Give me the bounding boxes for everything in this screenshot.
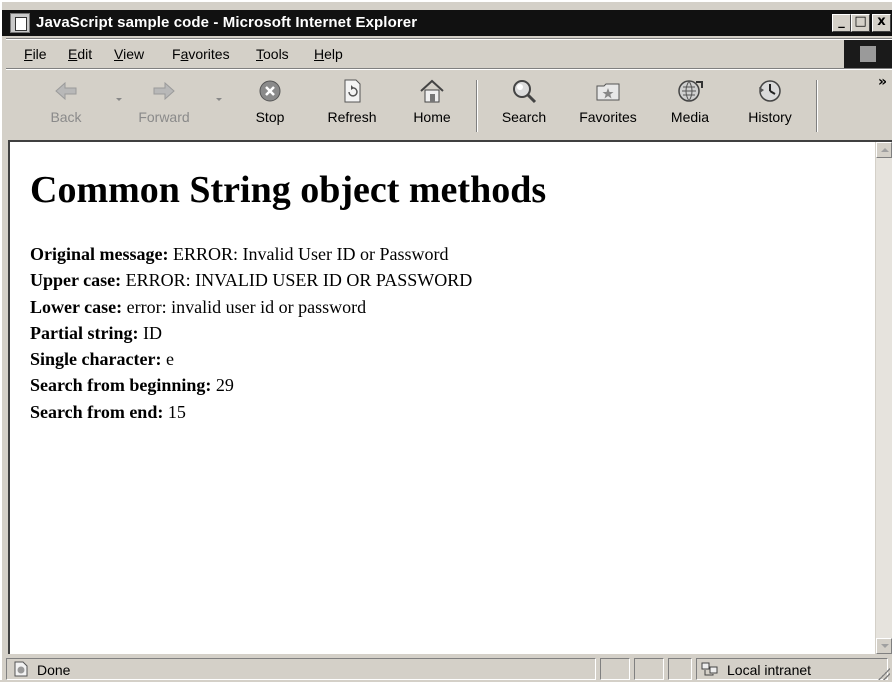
result-value: ERROR: Invalid User ID or Password (172, 244, 449, 264)
title-bar[interactable]: JavaScript sample code - Microsoft Inter… (2, 10, 892, 36)
result-search-beginning: Search from beginning: 29 (30, 375, 234, 396)
back-dropdown-arrow[interactable] (116, 98, 122, 101)
status-panel (668, 658, 692, 680)
status-panel-main: Done (6, 658, 596, 680)
search-label: Search (501, 109, 547, 125)
status-text: Done (37, 662, 71, 678)
windows-logo-throbber (844, 40, 892, 68)
menu-view-accel: V (114, 46, 124, 62)
result-value: ERROR: INVALID USER ID OR PASSWORD (125, 270, 473, 290)
minimize-button[interactable]: _ (832, 14, 851, 32)
stop-label: Stop (255, 109, 285, 125)
result-label: Search from beginning: (30, 375, 212, 395)
toolbar-separator (476, 80, 478, 132)
menu-favorites[interactable]: Favorites (172, 46, 230, 62)
back-label: Back (50, 109, 82, 125)
home-button[interactable]: Home (396, 76, 468, 132)
menu-view[interactable]: View (114, 46, 144, 62)
back-button[interactable]: Back (30, 76, 102, 132)
menu-edit-accel: E (68, 46, 78, 62)
scroll-up-button[interactable] (876, 142, 892, 158)
menu-view-label: iew (123, 46, 145, 62)
result-label: Upper case: (30, 270, 122, 290)
history-button[interactable]: History (734, 76, 806, 132)
history-label: History (748, 109, 792, 125)
refresh-button[interactable]: Refresh (316, 76, 388, 132)
stop-button[interactable]: Stop (234, 76, 306, 132)
zone-panel: Local intranet (696, 658, 888, 680)
result-label: Single character: (30, 349, 162, 369)
scroll-down-button[interactable] (876, 638, 892, 654)
back-arrow-icon (55, 81, 77, 101)
toolbar-separator (816, 80, 818, 132)
zone-text: Local intranet (727, 662, 812, 678)
result-upper: Upper case: ERROR: INVALID USER ID OR PA… (30, 270, 472, 291)
status-bar: Done Local intranet (4, 656, 892, 682)
vertical-scrollbar[interactable] (875, 142, 892, 654)
result-value: 29 (215, 375, 234, 395)
menu-file-accel: F (24, 46, 33, 62)
result-value: e (165, 349, 174, 369)
favorites-button[interactable]: Favorites (572, 76, 644, 132)
local-intranet-icon (701, 662, 718, 676)
menu-help-label: elp (324, 46, 343, 62)
refresh-icon (344, 79, 361, 103)
result-label: Search from end: (30, 402, 164, 422)
menu-bar: File Edit View Favorites Tools Help (12, 40, 838, 66)
result-value: ID (142, 323, 162, 343)
result-label: Original message: (30, 244, 169, 264)
menu-file-label: ile (32, 46, 47, 62)
menu-help-accel: H (314, 46, 325, 62)
menu-help[interactable]: Help (314, 46, 343, 62)
menu-tools-accel: T (256, 46, 263, 62)
result-single-char: Single character: e (30, 349, 174, 370)
menu-edit[interactable]: Edit (68, 46, 92, 62)
home-label: Home (413, 109, 451, 125)
status-panel (600, 658, 630, 680)
page-viewport[interactable]: Common String object methods Original me… (8, 140, 892, 654)
menu-favorites-label: vorites (188, 46, 230, 62)
forward-arrow-icon (153, 81, 175, 101)
page-heading: Common String object methods (30, 169, 547, 211)
media-icon (678, 80, 703, 102)
favorites-icon (596, 83, 620, 101)
stop-icon (259, 80, 281, 102)
search-icon (513, 80, 537, 104)
forward-button[interactable]: Forward (128, 76, 200, 132)
forward-label: Forward (138, 109, 190, 125)
menu-favorites-pre: F (172, 46, 181, 62)
result-label: Lower case: (30, 297, 123, 317)
media-label: Media (670, 109, 710, 125)
refresh-label: Refresh (327, 109, 377, 125)
forward-dropdown-arrow[interactable] (216, 98, 222, 101)
standard-toolbar: Back Forward Stop Refresh Home Search Fa (12, 72, 872, 134)
menu-file[interactable]: File (24, 46, 47, 62)
window-title: JavaScript sample code - Microsoft Inter… (36, 14, 418, 31)
ie-page-icon (10, 13, 30, 33)
result-original: Original message: ERROR: Invalid User ID… (30, 244, 448, 265)
browser-window: JavaScript sample code - Microsoft Inter… (0, 0, 892, 680)
result-lower: Lower case: error: invalid user id or pa… (30, 297, 366, 318)
result-label: Partial string: (30, 323, 139, 343)
media-button[interactable]: Media (654, 76, 726, 132)
menu-tools-label: ools (263, 46, 289, 62)
home-icon (420, 79, 444, 103)
resize-grip[interactable] (878, 668, 890, 680)
close-button[interactable]: x (872, 14, 891, 32)
history-icon (759, 80, 781, 102)
menu-tools[interactable]: Tools (256, 46, 289, 62)
status-panel (634, 658, 664, 680)
toolbar-overflow-chevron[interactable]: » (878, 74, 887, 90)
divider (6, 68, 892, 70)
page-done-icon (14, 661, 28, 677)
search-button[interactable]: Search (488, 76, 560, 132)
maximize-button[interactable]: □ (851, 14, 870, 32)
result-partial: Partial string: ID (30, 323, 162, 344)
result-value: error: invalid user id or password (126, 297, 367, 317)
menu-edit-label: dit (77, 46, 93, 62)
favorites-label: Favorites (579, 109, 637, 125)
result-value: 15 (167, 402, 186, 422)
result-search-end: Search from end: 15 (30, 402, 186, 423)
